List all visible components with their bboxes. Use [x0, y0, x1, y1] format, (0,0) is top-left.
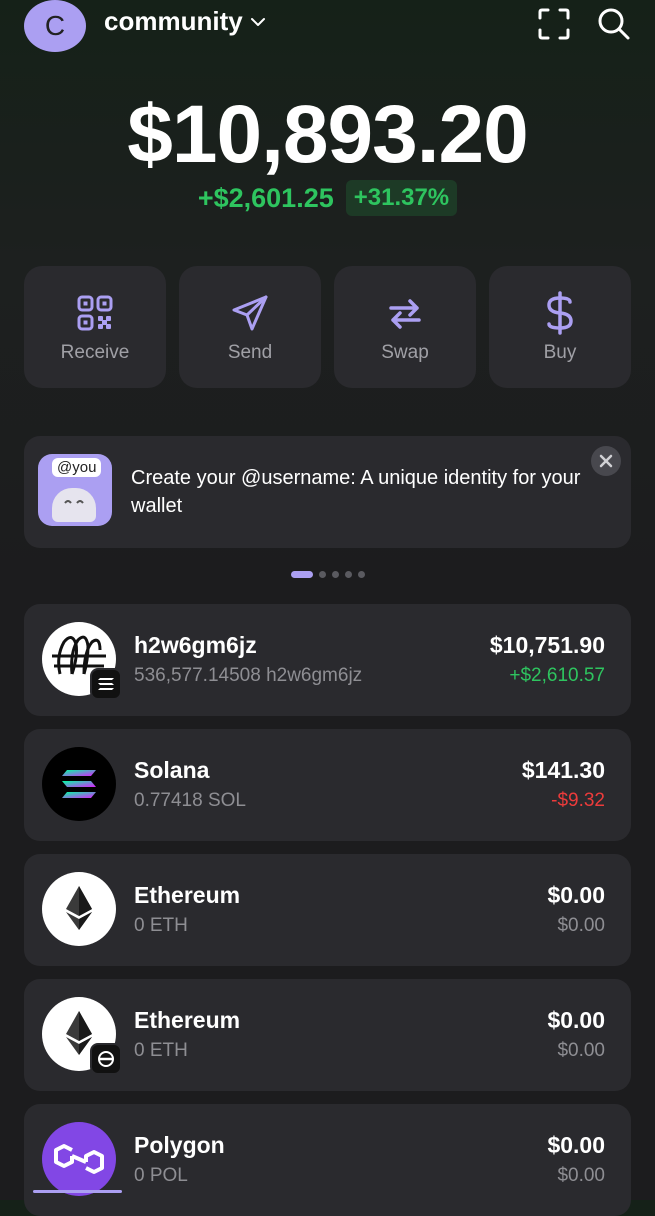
base-chain-badge [90, 1043, 122, 1075]
receive-label: Receive [60, 342, 130, 363]
token-value: $10,751.90 [489, 632, 605, 658]
username-promo-banner[interactable]: @you Create your @username: A unique ide… [24, 436, 631, 548]
token-change: $0.00 [557, 1165, 605, 1186]
receive-button[interactable]: Receive [24, 266, 166, 388]
avatar-letter: C [44, 10, 66, 41]
chevron-down-icon [250, 17, 265, 26]
token-value: $141.30 [521, 757, 605, 783]
token-row-solana[interactable]: Solana 0.77418 SOL $141.30 -$9.32 [24, 729, 631, 841]
token-row-ethereum[interactable]: Ethereum 0 ETH $0.00 $0.00 [24, 854, 631, 966]
pagination-dot[interactable] [344, 571, 352, 578]
pagination-dot[interactable] [357, 571, 365, 578]
send-icon [229, 292, 271, 334]
token-amount: 536,577.14508 h2w6gm6jz [134, 665, 363, 686]
change-percent-badge: +31.37% [345, 180, 458, 216]
token-amount: 0 ETH [134, 915, 188, 936]
search-icon[interactable] [594, 4, 634, 44]
token-name: Ethereum [134, 1007, 241, 1033]
total-balance: $10,893.20 [127, 89, 528, 180]
token-value: $0.00 [547, 1007, 605, 1033]
token-change: +$2,610.57 [509, 665, 605, 686]
banner-text: Create your @username: A unique identity… [131, 467, 581, 517]
token-change: $0.00 [557, 1040, 605, 1061]
send-label: Send [227, 342, 273, 363]
token-change: -$9.32 [551, 790, 605, 811]
username-illustration: @you [38, 454, 112, 526]
swap-icon [384, 292, 426, 334]
swap-label: Swap [381, 342, 429, 363]
token-change: $0.00 [557, 915, 605, 936]
quick-actions: Receive Send Swap Buy [24, 266, 631, 388]
account-avatar[interactable]: C [24, 0, 86, 52]
banner-tag: @you [52, 458, 102, 477]
dollar-icon [539, 291, 581, 335]
banner-pagination [0, 571, 655, 578]
buy-label: Buy [543, 342, 577, 363]
balance-change: +$2,601.25 +31.37% [0, 180, 655, 216]
token-value: $0.00 [547, 882, 605, 908]
close-banner-button[interactable] [591, 446, 621, 476]
token-amount: 0 POL [134, 1165, 188, 1186]
token-amount: 0.77418 SOL [134, 790, 246, 811]
token-name: Solana [134, 757, 210, 783]
top-bar: C community [0, 0, 655, 56]
pagination-dot[interactable] [331, 571, 339, 578]
account-name: community [104, 6, 243, 36]
token-row-ethereum-l2[interactable]: Ethereum 0 ETH $0.00 $0.00 [24, 979, 631, 1091]
ethereum-icon [42, 872, 116, 946]
token-name: Polygon [134, 1132, 225, 1158]
home-indicator [33, 1190, 122, 1193]
ethereum-icon [42, 997, 122, 1075]
change-amount: +$2,601.25 [197, 182, 334, 213]
token-amount: 0 ETH [134, 1040, 188, 1061]
polygon-icon [42, 1122, 116, 1196]
qr-code-icon [74, 292, 116, 334]
account-switcher[interactable]: community [104, 6, 267, 37]
scan-icon[interactable] [534, 4, 574, 44]
pagination-dot-active[interactable] [290, 571, 313, 578]
swap-button[interactable]: Swap [334, 266, 476, 388]
h2w6gm6jz-token-icon [42, 622, 122, 700]
token-name: h2w6gm6jz [134, 632, 257, 658]
close-icon [599, 454, 613, 468]
pagination-dot[interactable] [318, 571, 326, 578]
send-button[interactable]: Send [179, 266, 321, 388]
token-row-h2w6gm6jz[interactable]: h2w6gm6jz 536,577.14508 h2w6gm6jz $10,75… [24, 604, 631, 716]
token-value: $0.00 [547, 1132, 605, 1158]
buy-button[interactable]: Buy [489, 266, 631, 388]
solana-chain-badge [90, 668, 122, 700]
ghost-icon [52, 488, 96, 522]
token-row-polygon[interactable]: Polygon 0 POL $0.00 $0.00 [24, 1104, 631, 1216]
solana-icon [42, 747, 116, 821]
token-name: Ethereum [134, 882, 241, 908]
